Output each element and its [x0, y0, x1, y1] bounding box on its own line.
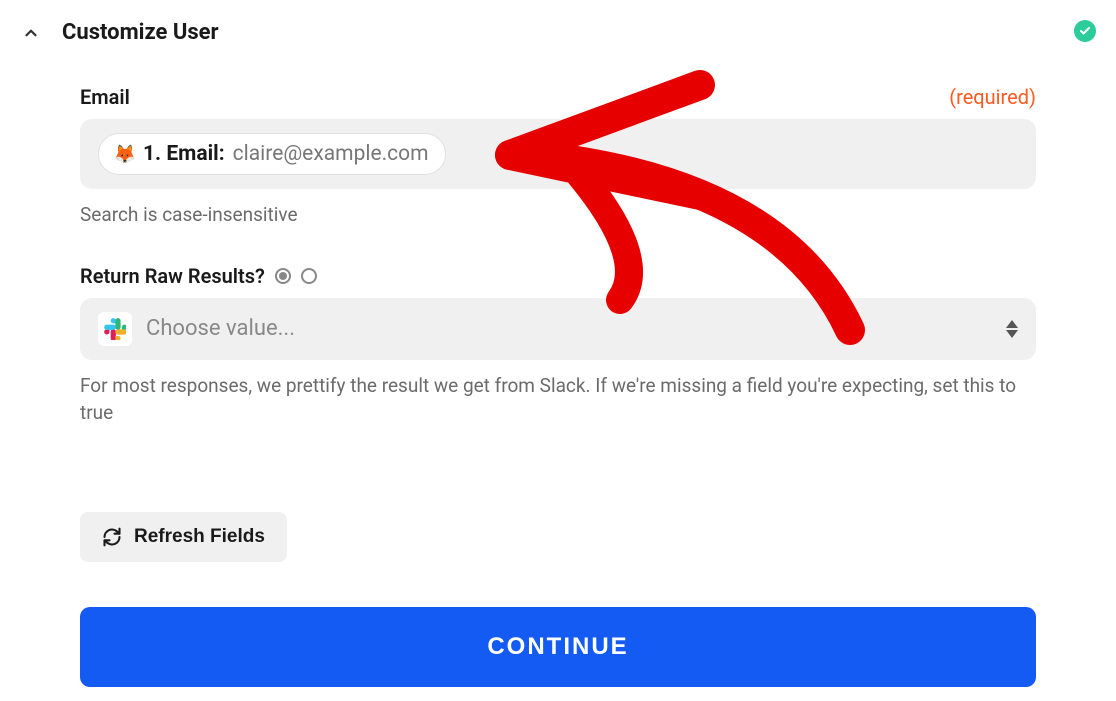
radio-option-1[interactable]	[275, 268, 291, 284]
pill-value: claire@example.com	[233, 142, 429, 166]
email-value-pill[interactable]: 🦊 1. Email: claire@example.com	[98, 133, 446, 175]
refresh-icon	[102, 527, 122, 547]
status-check-icon	[1074, 20, 1096, 42]
email-label: Email	[80, 85, 130, 109]
required-tag: (required)	[949, 85, 1036, 109]
collapse-chevron-icon[interactable]	[20, 22, 42, 44]
radio-option-2[interactable]	[301, 268, 317, 284]
raw-helper-text: For most responses, we prettify the resu…	[80, 372, 1036, 427]
email-input[interactable]: 🦊 1. Email: claire@example.com	[80, 119, 1036, 189]
raw-results-label: Return Raw Results?	[80, 264, 265, 288]
raw-results-select[interactable]: Choose value...	[80, 298, 1036, 360]
email-helper-text: Search is case-insensitive	[80, 201, 1036, 229]
email-field-group: Email (required) 🦊 1. Email: claire@exam…	[80, 85, 1036, 229]
select-sorter-icon	[1006, 320, 1018, 338]
slack-icon	[98, 312, 132, 346]
continue-button[interactable]: CONTINUE	[80, 607, 1036, 687]
pill-prefix: 1. Email:	[143, 142, 225, 166]
wpforms-source-icon: 🦊	[115, 144, 135, 164]
refresh-label: Refresh Fields	[134, 526, 265, 548]
select-placeholder: Choose value...	[146, 316, 295, 341]
raw-results-field-group: Return Raw Results? Choose value...	[80, 264, 1036, 427]
section-title: Customize User	[62, 20, 219, 45]
refresh-fields-button[interactable]: Refresh Fields	[80, 512, 287, 562]
continue-label: CONTINUE	[487, 633, 628, 660]
